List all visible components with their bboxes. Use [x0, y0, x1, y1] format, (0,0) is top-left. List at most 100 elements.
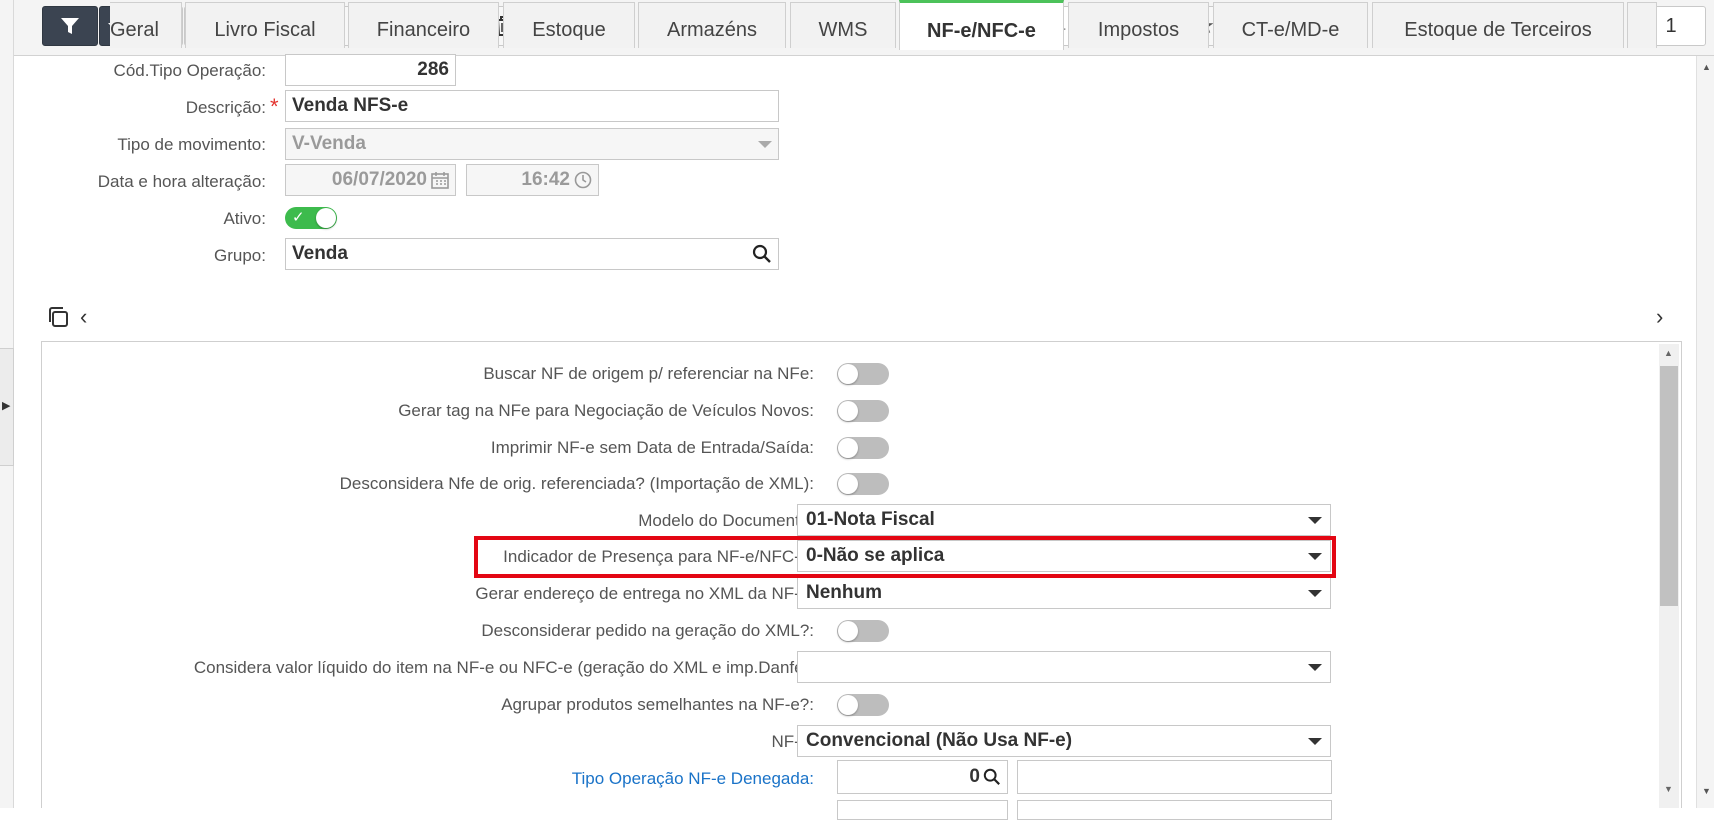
tab-next-partial[interactable] [1627, 2, 1657, 48]
descricao-field[interactable]: Venda NFS-e [285, 90, 779, 122]
grupo-value: Venda [292, 243, 348, 264]
considera-valor-label: Considera valor líquido do item na NF-e … [193, 658, 814, 677]
grupo-field[interactable]: Venda [285, 238, 779, 270]
copy-window-icon [49, 307, 68, 327]
tab-livro-fiscal[interactable]: Livro Fiscal [185, 2, 345, 48]
tipo-operacao-denegada-field[interactable]: 0 [837, 760, 1008, 794]
ativo-label: Ativo: [223, 209, 266, 228]
buscar-nf-label: Buscar NF de origem p/ referenciar na NF… [483, 364, 814, 383]
tabs-scroll-left-button[interactable]: ‹ [80, 304, 87, 330]
imprimir-label: Imprimir NF-e sem Data de Entrada/Saída: [490, 438, 814, 457]
next-row-field[interactable] [837, 800, 1008, 820]
tab-label: WMS [818, 19, 868, 41]
toggle-knob [838, 621, 858, 641]
cod-tipo-label: Cód.Tipo Operação: [113, 61, 266, 80]
tab-label: Estoque [532, 19, 606, 41]
desconsiderar-pedido-toggle[interactable] [837, 620, 889, 642]
gerar-endereco-select[interactable]: Nenhum [797, 577, 1331, 609]
modelo-documento-value: 01-Nota Fiscal [806, 509, 935, 530]
restore-tabs-button[interactable] [47, 306, 69, 334]
modelo-documento-select[interactable]: 01-Nota Fiscal [797, 504, 1331, 536]
chevron-left-icon: ‹ [80, 304, 88, 329]
toggle-knob [838, 364, 858, 384]
page-scrollbar[interactable]: ▲ ▼ [1696, 56, 1714, 808]
next-row-description [1017, 800, 1332, 820]
tab-label: Estoque de Terceiros [1404, 19, 1592, 41]
highlight-box [474, 536, 1336, 578]
buscar-nf-toggle[interactable] [837, 363, 889, 385]
desconsidera-toggle[interactable] [837, 473, 889, 495]
descricao-label: Descrição: [185, 98, 266, 117]
calendar-icon[interactable] [431, 171, 449, 189]
scrollbar-thumb[interactable] [1660, 366, 1678, 606]
hora-field[interactable]: 16:42 [466, 164, 599, 196]
tab-wms[interactable]: WMS [790, 2, 896, 48]
tipo-movimento-select[interactable]: V-Venda [285, 128, 779, 160]
tab-estoque-terceiros[interactable]: Estoque de Terceiros [1372, 2, 1624, 48]
panel-scrollbar[interactable]: ▲ ▼ [1659, 344, 1679, 808]
cod-tipo-field[interactable]: 286 [285, 54, 456, 86]
chevron-right-icon: › [1656, 304, 1664, 329]
grupo-label: Grupo: [214, 246, 266, 265]
tab-estoque[interactable]: Estoque [503, 2, 635, 48]
tipo-movimento-label: Tipo de movimento: [117, 135, 266, 154]
hora-value: 16:42 [521, 169, 570, 190]
filter-icon [61, 18, 79, 34]
considera-valor-select[interactable] [797, 651, 1331, 683]
gerar-tag-label: Gerar tag na NFe para Negociação de Veíc… [398, 401, 814, 420]
nfe-select[interactable]: Convencional (Não Usa NF-e) [797, 725, 1331, 757]
chevron-right-icon: ▶ [2, 400, 11, 412]
search-icon[interactable] [983, 768, 1001, 786]
toggle-knob [838, 401, 858, 421]
tipo-operacao-denegada-value: 0 [969, 766, 980, 787]
clock-icon[interactable] [574, 171, 592, 189]
sidebar-expand-button[interactable]: ▶ [0, 348, 14, 466]
tab-geral[interactable]: Geral [110, 2, 182, 48]
nfe-value: Convencional (Não Usa NF-e) [806, 730, 1073, 751]
tab-financeiro[interactable]: Financeiro [348, 2, 499, 48]
tab-label: Livro Fiscal [214, 19, 316, 41]
tab-cte-mde[interactable]: CT-e/MD-e [1213, 2, 1368, 48]
tab-label: Impostos [1097, 19, 1180, 41]
gerar-tag-toggle[interactable] [837, 400, 889, 422]
check-icon: ✓ [292, 209, 305, 226]
scroll-up-icon[interactable]: ▲ [1702, 62, 1711, 72]
caret-down-icon [1308, 589, 1322, 597]
tipo-operacao-denegada-description [1017, 760, 1332, 794]
data-value: 06/07/2020 [331, 169, 427, 190]
modelo-documento-label: Modelo do Documento: [638, 511, 814, 530]
data-field[interactable]: 06/07/2020 [285, 164, 456, 196]
tabs-scroll-right-button[interactable]: › [1656, 304, 1663, 330]
data-hora-label: Data e hora alteração: [97, 172, 266, 191]
toggle-knob [838, 438, 858, 458]
ativo-toggle[interactable]: ✓ [285, 207, 337, 229]
desconsidera-label: Desconsidera Nfe de orig. referenciada? … [339, 474, 814, 493]
toggle-knob [838, 474, 858, 494]
caret-down-icon [758, 140, 772, 148]
search-icon[interactable] [752, 244, 772, 264]
tipo-operacao-denegada-link[interactable]: Tipo Operação NF-e Denegada: [572, 769, 814, 789]
gerar-endereco-label: Gerar endereço de entrega no XML da NF-e… [475, 584, 814, 603]
tab-label: Financeiro [376, 19, 471, 41]
toggle-knob [316, 208, 336, 228]
scroll-down-icon[interactable]: ▼ [1664, 784, 1673, 794]
caret-down-icon [1308, 516, 1322, 524]
tab-armazens[interactable]: Armazéns [638, 2, 786, 48]
caret-down-icon [1308, 737, 1322, 745]
imprimir-toggle[interactable] [837, 437, 889, 459]
tab-nfe-nfce[interactable]: NF-e/NFC-e [899, 0, 1064, 50]
descricao-value: Venda NFS-e [292, 95, 409, 116]
filter-button[interactable] [42, 6, 98, 46]
tipo-movimento-value: V-Venda [292, 133, 366, 154]
tab-label: Armazéns [666, 19, 758, 41]
scroll-down-icon[interactable]: ▼ [1702, 786, 1711, 796]
gerar-endereco-value: Nenhum [806, 582, 882, 603]
tab-impostos[interactable]: Impostos [1068, 2, 1209, 48]
tab-label: NF-e/NFC-e [927, 20, 1036, 42]
scroll-up-icon[interactable]: ▲ [1664, 348, 1673, 358]
tab-label: Geral [110, 19, 159, 41]
toggle-knob [838, 695, 858, 715]
agrupar-produtos-toggle[interactable] [837, 694, 889, 716]
cod-tipo-value: 286 [417, 59, 449, 80]
caret-down-icon [1308, 663, 1322, 671]
